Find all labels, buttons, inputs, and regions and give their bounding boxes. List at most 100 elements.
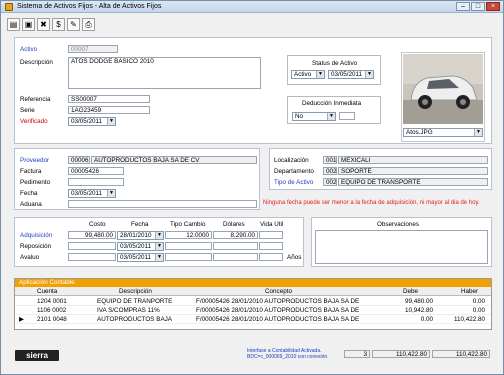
haber-header: Haber	[461, 288, 479, 295]
anos-label: Años	[287, 254, 302, 261]
avaluo-costo[interactable]	[68, 253, 116, 261]
costs-panel: Costo Fecha Tipo Cambio Dólares Vida Uti…	[14, 217, 304, 267]
localizacion-code[interactable]: 001	[323, 156, 337, 164]
avaluo-vida-util[interactable]	[259, 253, 283, 261]
reposicion-tipo-cambio[interactable]	[165, 242, 212, 250]
save-icon[interactable]: ▣	[22, 18, 35, 31]
deduccion-select[interactable]: No ▼	[292, 112, 336, 121]
serie-label: Serie	[20, 107, 35, 114]
descripcion-label: Descripción	[20, 59, 53, 66]
concepto-header: Concepto	[265, 288, 292, 295]
table-row[interactable]: 1106 0002 IVA S/COMPRAS 11% F/00005426 2…	[15, 306, 491, 315]
print-icon[interactable]: ⎙	[82, 18, 95, 31]
aduana-field[interactable]	[68, 200, 257, 208]
observaciones-field[interactable]	[315, 230, 488, 264]
status-group: Status de Activo Activo ▼ 03/05/2011 ▼	[287, 55, 381, 85]
accounting-grid: Aplicación Contable Cuenta Descripción C…	[14, 278, 492, 330]
total-debe: 110,422.80	[372, 350, 430, 358]
photo-select[interactable]: Atos.JPG ▼	[403, 128, 483, 137]
proveedor-code[interactable]: 00006	[68, 156, 90, 164]
window-title: Sistema de Activos Fijos - Alta de Activ…	[17, 3, 162, 10]
adquisicion-costo[interactable]: 99,480.00	[68, 231, 116, 239]
localizacion-name[interactable]: MEXICALI	[338, 156, 488, 164]
activo-label: Activo	[20, 46, 38, 53]
status-select[interactable]: Activo ▼	[291, 70, 325, 79]
reposicion-costo[interactable]	[68, 242, 116, 250]
close-button[interactable]: ×	[486, 2, 500, 11]
adquisicion-vida-util[interactable]	[259, 231, 283, 239]
chevron-down-icon: ▼	[155, 254, 163, 261]
aduana-label: Aduana	[20, 201, 42, 208]
status-title: Status de Activo	[312, 60, 358, 67]
costo-header: Costo	[89, 221, 106, 228]
proveedor-name[interactable]: AUTOPRODUCTOS BAJA SA DE CV	[91, 156, 257, 164]
tipo-code[interactable]: 002	[323, 178, 337, 186]
referencia-field[interactable]: SS00007	[68, 95, 150, 103]
deduccion-group: Deducción Inmediata No ▼	[287, 96, 381, 124]
verificado-label: Verificado	[20, 118, 48, 125]
table-row[interactable]: ▶ 2101 0048 AUTOPRODUCTOS BAJA F/0000542…	[15, 315, 491, 324]
fecha-date-picker[interactable]: 03/05/2011 ▼	[68, 189, 116, 198]
chevron-down-icon: ▼	[474, 129, 482, 136]
referencia-label: Referencia	[20, 96, 51, 103]
reposicion-fecha[interactable]: 03/05/2011 ▼	[117, 242, 164, 251]
departamento-name[interactable]: SOPORTE	[338, 167, 488, 175]
chevron-down-icon: ▼	[155, 243, 163, 250]
cuenta-header: Cuenta	[37, 288, 58, 295]
avaluo-fecha[interactable]: 03/05/2011 ▼	[117, 253, 164, 262]
grid-title: Aplicación Contable	[15, 279, 491, 287]
photo-box: Atos.JPG ▼	[401, 52, 485, 142]
vida-util-header: Vida Util	[260, 221, 284, 228]
descripcion-field[interactable]: ATOS DODGE BASICO 2010	[68, 57, 261, 89]
activo-field[interactable]: 00007	[68, 45, 118, 53]
tipo-name[interactable]: EQUIPO DE TRANSPORTE	[338, 178, 488, 186]
chevron-down-icon: ▼	[327, 113, 335, 120]
table-row[interactable]: 1204 0001 EQUIPO DE TRANPORTE F/00005426…	[15, 297, 491, 306]
main-window: Sistema de Activos Fijos - Alta de Activ…	[0, 0, 504, 375]
avaluo-tipo-cambio[interactable]	[165, 253, 212, 261]
avaluo-dolares[interactable]	[213, 253, 258, 261]
debe-header: Debe	[403, 288, 419, 295]
factura-field[interactable]: 00005426	[68, 167, 124, 175]
fecha-label: Fecha	[20, 190, 38, 197]
minimize-button[interactable]: –	[456, 2, 470, 11]
adquisicion-tipo-cambio[interactable]: 12.0000	[165, 231, 212, 239]
deduccion-field[interactable]	[339, 112, 355, 120]
interface-info: Interfase a Contabilidad Activada. BDC=c…	[247, 348, 329, 360]
car-photo	[403, 54, 483, 124]
row-count: 3	[344, 350, 370, 358]
chevron-down-icon: ▼	[107, 190, 115, 197]
chevron-down-icon: ▼	[316, 71, 324, 78]
proveedor-label: Proveedor	[20, 157, 50, 164]
edit-icon[interactable]: ✎	[67, 18, 80, 31]
row-pointer-icon: ▶	[19, 316, 24, 323]
observaciones-panel: Observaciones	[311, 217, 492, 267]
app-icon	[5, 3, 13, 11]
reposicion-vida-util[interactable]	[259, 242, 283, 250]
proveedor-panel: Proveedor 00006 AUTOPRODUCTOS BAJA SA DE…	[14, 148, 260, 210]
adquisicion-fecha[interactable]: 28/01/2010 ▼	[117, 231, 164, 240]
grid-header-row: Cuenta Descripción Concepto Debe Haber	[15, 287, 491, 296]
chevron-down-icon: ▼	[107, 118, 115, 125]
status-date-picker[interactable]: 03/05/2011 ▼	[328, 70, 374, 79]
reposicion-dolares[interactable]	[213, 242, 258, 250]
serie-field[interactable]: 1AG23459	[68, 106, 150, 114]
adquisicion-dolares[interactable]: 8,290.00	[213, 231, 258, 239]
maximize-button[interactable]: □	[471, 2, 485, 11]
sierra-logo: sierra	[15, 350, 59, 361]
observaciones-title: Observaciones	[377, 221, 419, 228]
tipo-label: Tipo de Activo	[274, 179, 314, 186]
location-panel: Localización 001 MEXICALI Departamento 0…	[269, 148, 492, 190]
adquisicion-label: Adquisición	[20, 232, 53, 239]
warning-message: Ninguna fecha puede ser menor a la fecha…	[263, 200, 480, 206]
avaluo-label: Avaluo	[20, 254, 40, 261]
localizacion-label: Localización	[274, 157, 309, 164]
verificado-date-picker[interactable]: 03/05/2011 ▼	[68, 117, 116, 126]
departamento-code[interactable]: 002	[323, 167, 337, 175]
delete-icon[interactable]: ✖	[37, 18, 50, 31]
new-icon[interactable]: ▤	[7, 18, 20, 31]
deduccion-title: Deducción Inmediata	[302, 100, 362, 107]
pedimento-field[interactable]	[68, 178, 124, 186]
money-icon[interactable]: $	[52, 18, 65, 31]
total-haber: 110,422.80	[432, 350, 490, 358]
